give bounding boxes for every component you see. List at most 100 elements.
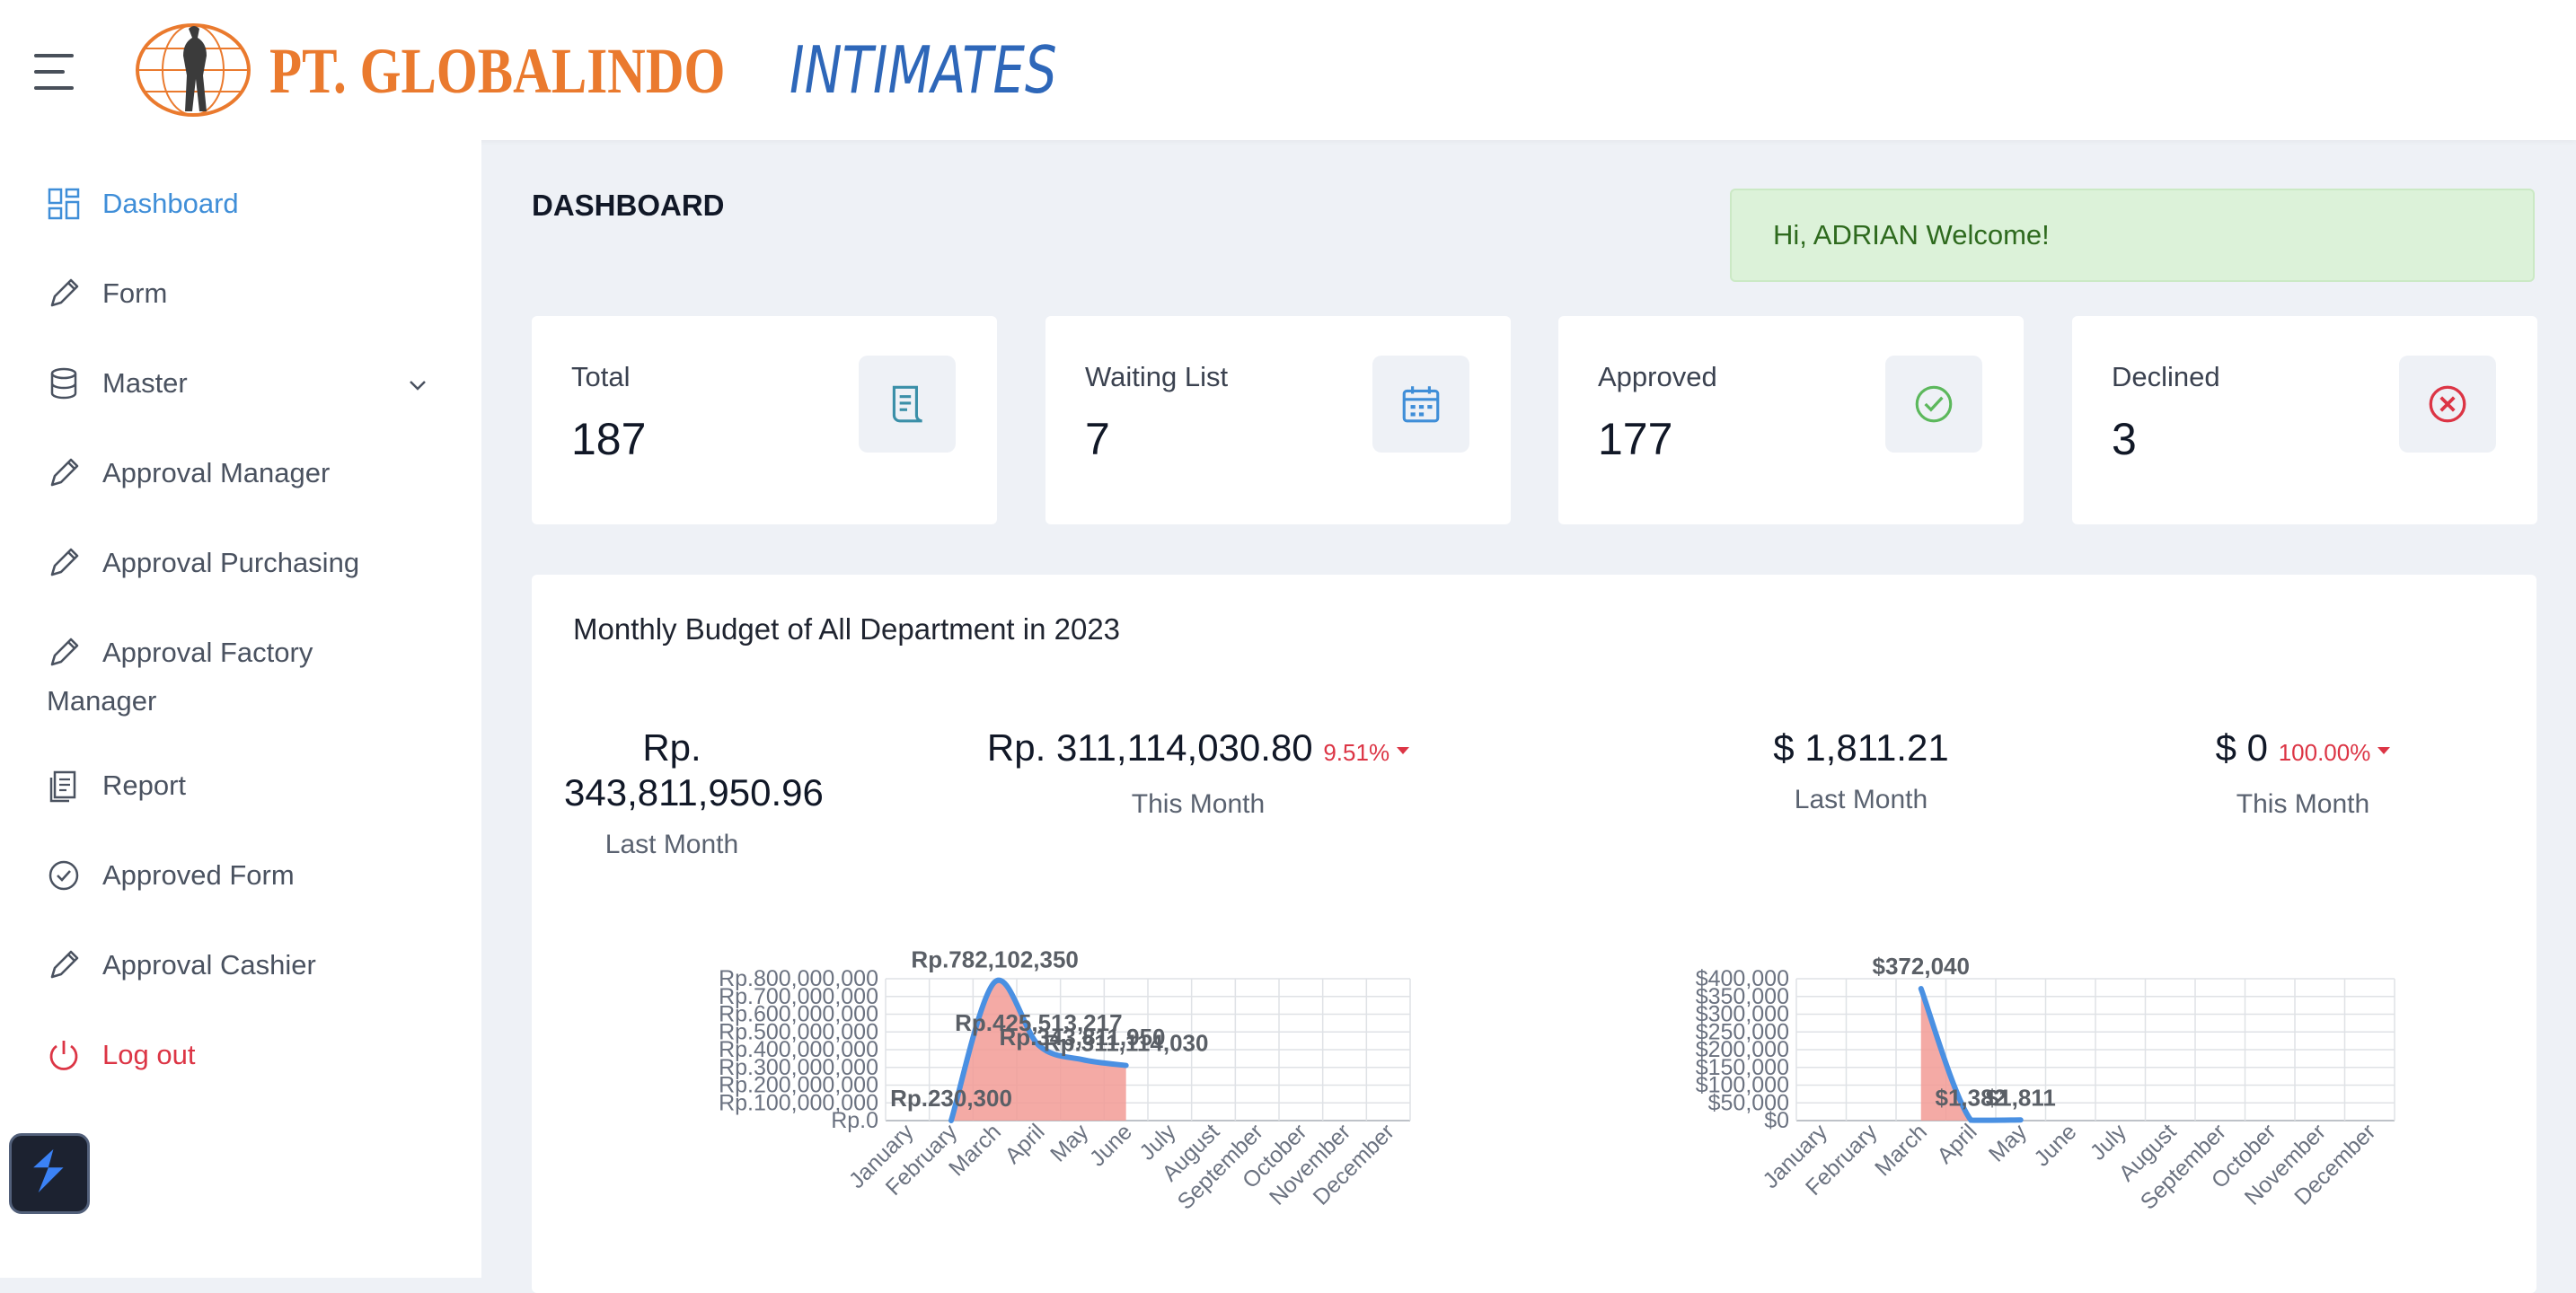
card-icon-box — [1885, 356, 1982, 453]
company-name-primary: PT. GLOBALINDO — [269, 35, 726, 107]
data-point — [949, 1118, 953, 1122]
stat-value-line1: Rp. — [642, 726, 701, 769]
sidebar-item-label-line2[interactable]: Manager — [47, 677, 156, 726]
data-label: Rp.311,114,030 — [1044, 1030, 1209, 1057]
documents-icon — [49, 770, 76, 803]
card-label: Declined — [2112, 361, 2220, 392]
rp-budget-chart: Rp.0Rp.100,000,000Rp.200,000,000Rp.300,0… — [719, 946, 1411, 1215]
sidebar-item-dashboard[interactable]: Dashboard — [47, 187, 239, 221]
dashboard-grid-icon — [48, 188, 80, 220]
x-tick-label: April — [1000, 1119, 1049, 1168]
company-logo-icon — [136, 23, 251, 117]
company-name-secondary: INTIMATES — [789, 32, 1057, 108]
sidebar-item-master[interactable]: Master — [47, 366, 188, 400]
caret-down-icon — [2378, 746, 2391, 754]
calendar-icon — [1402, 386, 1440, 423]
data-label: $1,811 — [1986, 1084, 2056, 1111]
card-icon-box — [2399, 356, 2496, 453]
sidebar-item-label: Form — [102, 277, 168, 309]
sidebar-item-label: Approval Manager — [102, 457, 331, 488]
sidebar-item-label: Log out — [102, 1039, 196, 1070]
x-tick-label: June — [2029, 1119, 2081, 1171]
stat-value: Rp. 311,114,030.80 — [986, 726, 1313, 769]
chevron-down-icon[interactable] — [404, 372, 431, 399]
app-launcher-button[interactable] — [9, 1133, 90, 1214]
stat-label: This Month — [2236, 789, 2370, 819]
card-label: Waiting List — [1085, 361, 1229, 392]
page-title: DASHBOARD — [532, 189, 725, 222]
stat-label: Last Month — [604, 830, 739, 859]
data-label: $372,040 — [1873, 953, 1970, 980]
sidebar-item-report[interactable]: Report — [47, 769, 186, 803]
data-point — [2018, 1118, 2023, 1122]
sidebar-item-label: Approval Factory — [102, 637, 313, 668]
company-name: PT. GLOBALINDO INTIMATES — [269, 34, 1132, 107]
pencil-icon — [50, 638, 79, 666]
sidebar: Dashboard Form Master Approval Manager A… — [0, 140, 481, 1278]
pencil-icon — [50, 548, 79, 576]
pencil-icon — [50, 278, 79, 307]
stat-value: $ 0 — [2215, 726, 2269, 769]
stat-label: Last Month — [1794, 785, 1928, 814]
x-circle-icon — [2429, 385, 2466, 423]
sidebar-item-label: Master — [102, 367, 188, 399]
stat-usd-last-month: $ 1,811.21 Last Month — [1681, 726, 2041, 815]
lightning-app-icon — [33, 1148, 64, 1193]
pencil-icon — [50, 950, 79, 979]
stat-usd-this-month: $ 0 100.00% This Month — [2123, 726, 2483, 820]
database-icon — [50, 367, 77, 400]
sidebar-item-logout[interactable]: Log out — [47, 1038, 195, 1072]
welcome-alert: Hi, ADRIAN Welcome! — [1730, 189, 2535, 282]
y-tick-label: Rp.800,000,000 — [719, 966, 878, 991]
menu-toggle-icon[interactable] — [34, 54, 75, 90]
stat-card-declined: Declined 3 — [2072, 316, 2537, 524]
stat-rp-last-month: Rp. 343,811,950.96 Last Month — [564, 726, 824, 860]
stat-card-total: Total 187 — [532, 316, 997, 524]
data-label: Rp.782,102,350 — [911, 946, 1078, 973]
stat-value: $ 1,811.21 — [1773, 726, 1949, 769]
sidebar-item-approved-form[interactable]: Approved Form — [47, 858, 295, 893]
card-icon-box — [1372, 356, 1469, 453]
card-value: 7 — [1085, 414, 1110, 464]
data-point — [1124, 1063, 1128, 1068]
card-value: 187 — [571, 414, 647, 464]
card-label: Approved — [1598, 361, 1717, 392]
panel-title: Monthly Budget of All Department in 2023 — [573, 612, 1121, 646]
stat-percent: 9.51% — [1323, 739, 1390, 766]
data-point — [1919, 987, 1923, 991]
sidebar-item-form[interactable]: Form — [47, 277, 167, 311]
x-tick-label: May — [1984, 1119, 2033, 1167]
sidebar-item-approval-manager[interactable]: Approval Manager — [47, 456, 330, 490]
sidebar-item-label: Approval Cashier — [102, 949, 316, 981]
check-circle-icon — [1915, 385, 1953, 423]
sidebar-item-label: Dashboard — [102, 188, 239, 219]
sidebar-item-approval-cashier[interactable]: Approval Cashier — [47, 948, 316, 982]
x-tick-label: May — [1045, 1119, 1094, 1167]
sidebar-item-label: Approval Purchasing — [102, 547, 360, 578]
stat-percent: 100.00% — [2278, 739, 2371, 766]
data-point — [1081, 1058, 1084, 1062]
x-tick-label: June — [1085, 1119, 1137, 1171]
top-bar: PT. GLOBALINDO INTIMATES — [0, 0, 2576, 140]
sidebar-item-approval-purchasing[interactable]: Approval Purchasing — [47, 546, 359, 580]
power-icon — [49, 1041, 78, 1070]
check-circle-icon — [49, 860, 79, 891]
pencil-icon — [50, 458, 79, 487]
card-icon-box — [859, 356, 956, 453]
usd-budget-chart: $0$50,000$100,000$150,000$200,000$250,00… — [1696, 953, 2395, 1215]
sidebar-item-label: Approved Form — [102, 859, 295, 891]
y-tick-label: $400,000 — [1696, 966, 1789, 991]
sidebar-item-approval-factory-manager[interactable]: Approval Factory — [47, 636, 313, 670]
sidebar-item-label: Report — [102, 770, 187, 801]
data-point — [1969, 1118, 1973, 1122]
data-label: Rp.230,300 — [890, 1085, 1012, 1112]
data-point — [992, 980, 997, 984]
document-icon — [892, 385, 922, 423]
stat-value-line2: 343,811,950.96 — [564, 771, 824, 814]
stat-card-approved: Approved 177 — [1558, 316, 2024, 524]
x-tick-label: April — [1932, 1119, 1981, 1168]
card-value: 177 — [1598, 414, 1673, 464]
stat-card-waiting-list: Waiting List 7 — [1045, 316, 1511, 524]
stat-rp-this-month: Rp. 311,114,030.80 9.51% This Month — [929, 726, 1468, 820]
card-label: Total — [571, 361, 631, 392]
